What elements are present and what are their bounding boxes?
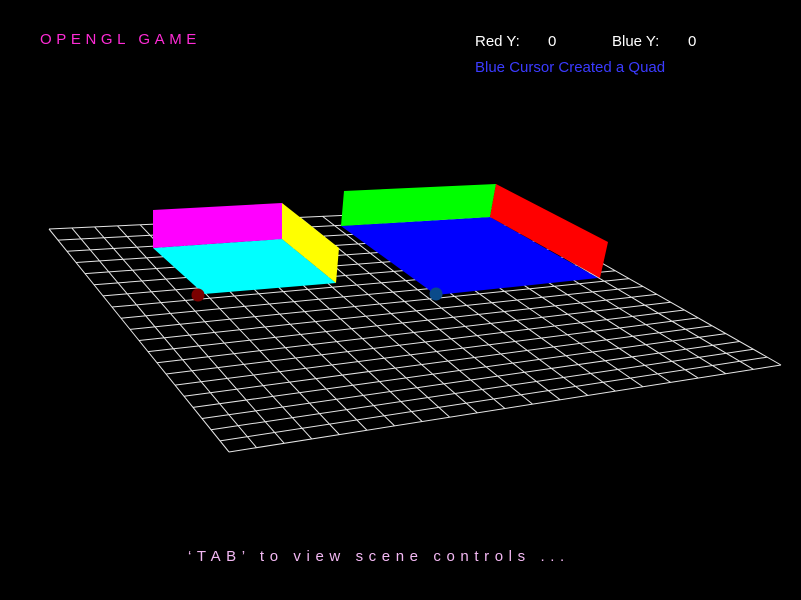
red-y-label: Red Y: <box>475 33 520 50</box>
game-title: OPENGL GAME <box>40 31 201 48</box>
grid-line <box>219 356 768 442</box>
grid-line <box>210 348 754 431</box>
quad-right[interactable] <box>341 184 608 295</box>
controls-hint: ‘TAB’ to view scene controls ... <box>188 548 570 565</box>
blue-y-value: 0 <box>688 33 697 50</box>
blue-cursor[interactable] <box>429 287 443 301</box>
blue-y-label: Blue Y: <box>612 33 660 50</box>
game-viewport[interactable]: OPENGL GAME Red Y: 0 Blue Y: 0 Blue Curs… <box>0 0 801 600</box>
red-y-value: 0 <box>548 33 557 50</box>
status-message: Blue Cursor Created a Quad <box>475 59 666 76</box>
red-cursor[interactable] <box>191 288 205 302</box>
grid-line <box>228 364 782 453</box>
scene-canvas[interactable] <box>0 0 801 600</box>
